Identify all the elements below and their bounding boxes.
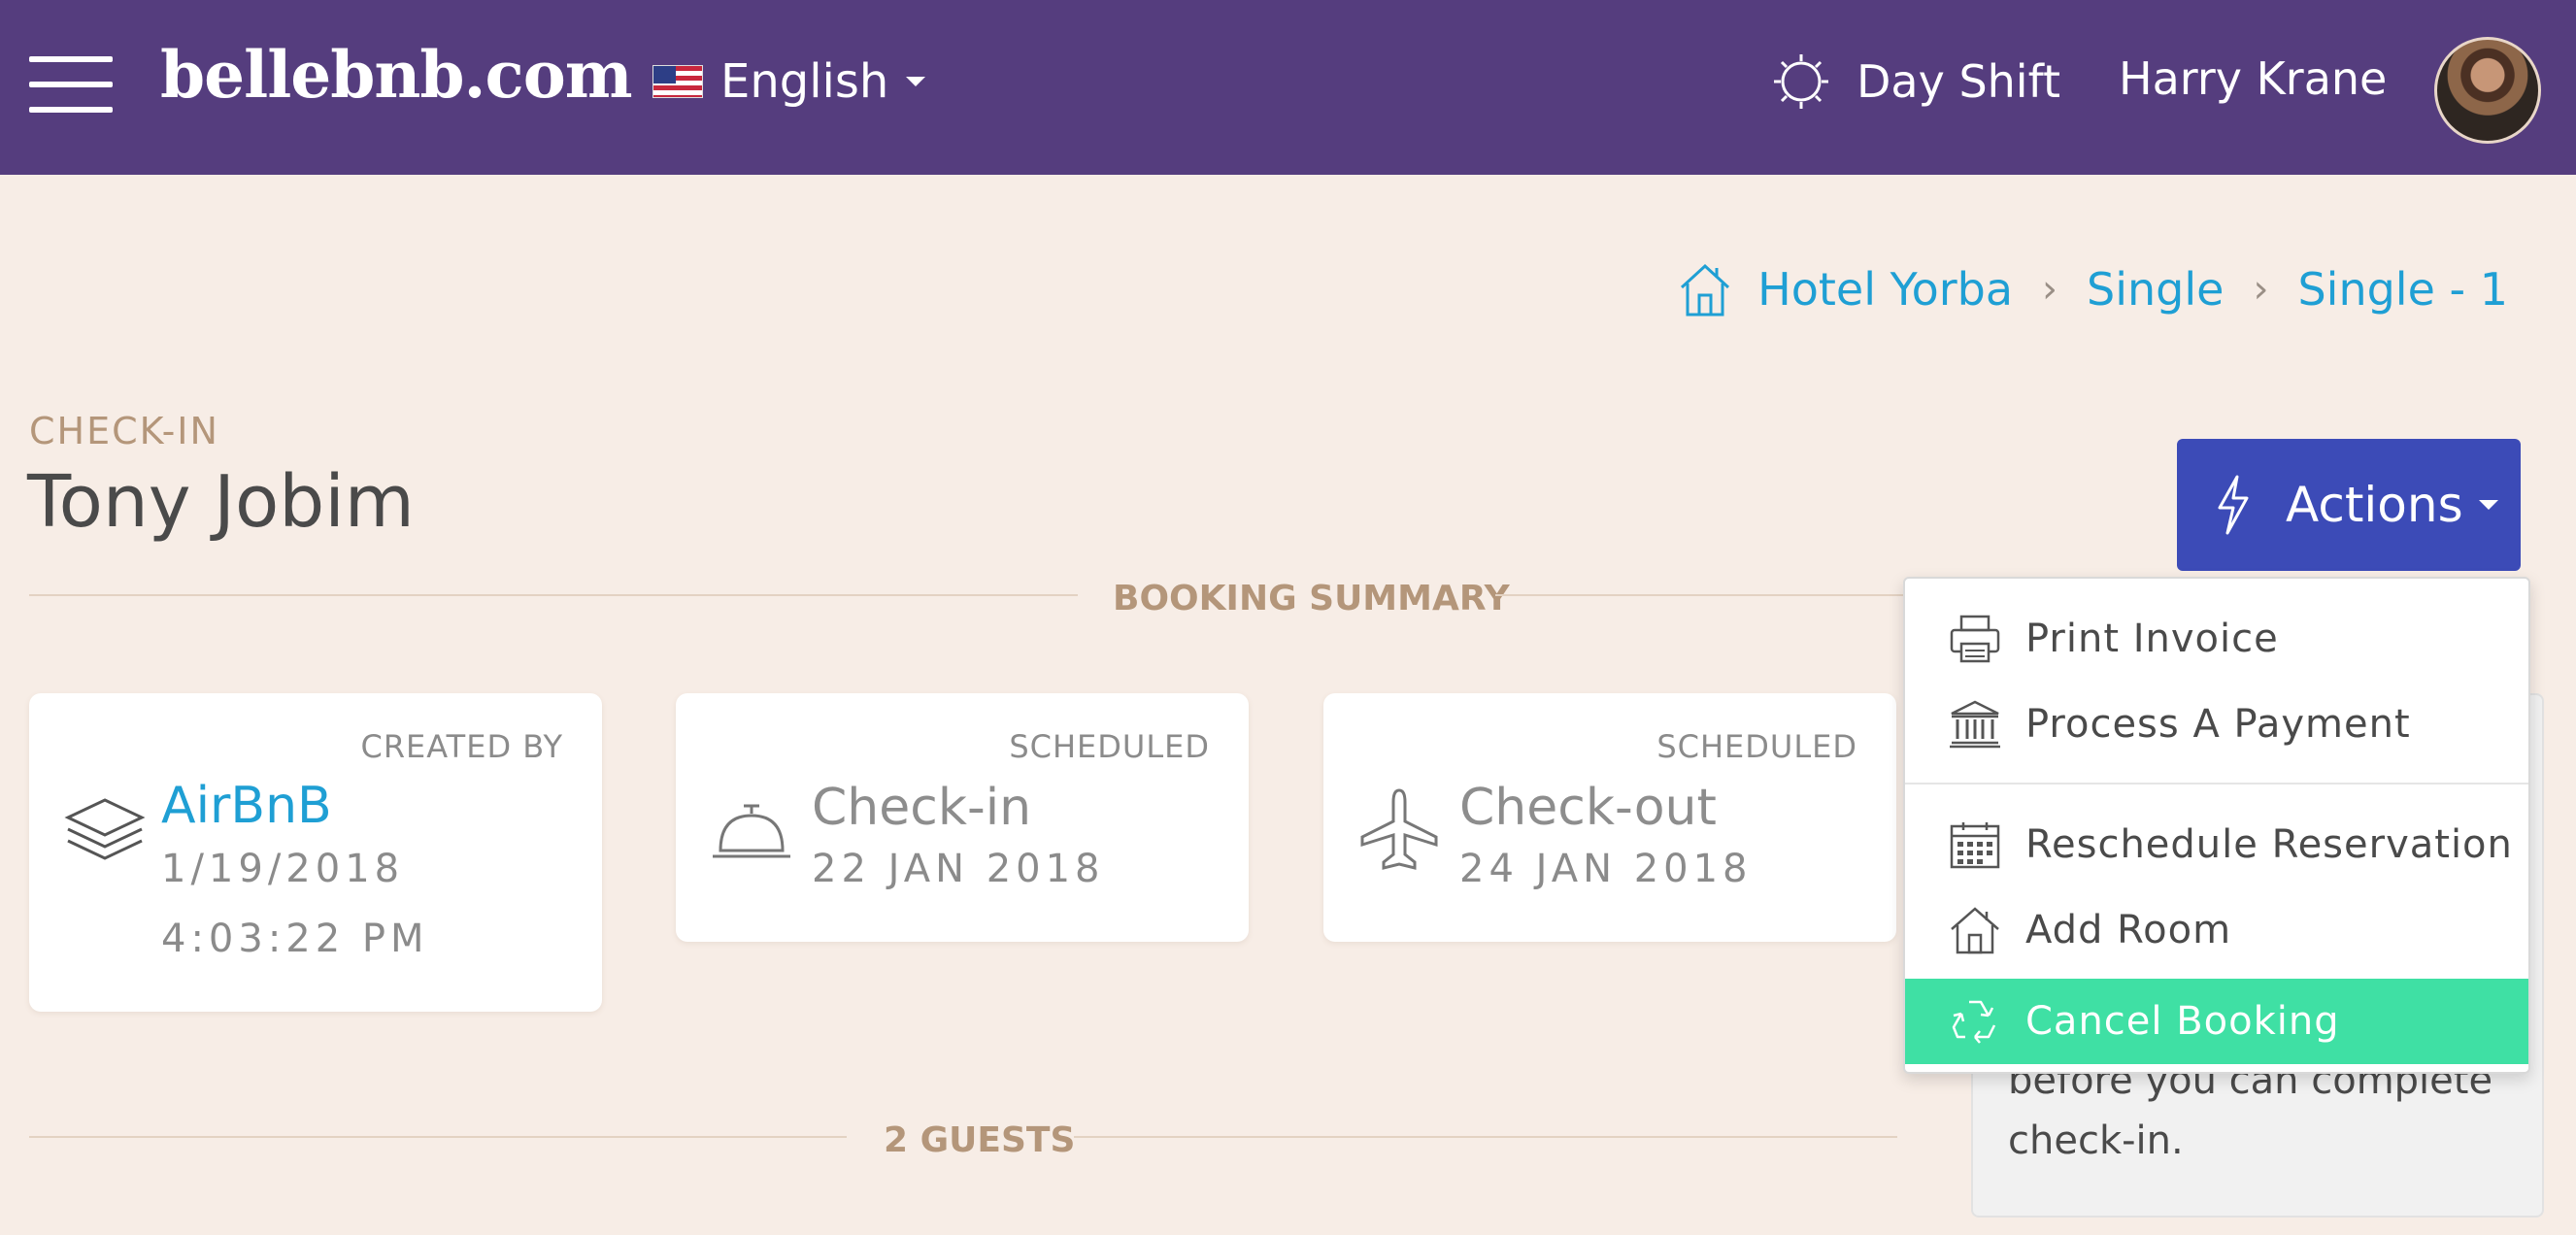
check-in-date: 22 JAN 2018: [812, 847, 1105, 891]
menu-item-print-invoice[interactable]: Print Invoice: [1905, 596, 2528, 682]
avatar[interactable]: [2434, 37, 2541, 144]
guests-heading: 2 GUESTS: [884, 1120, 1076, 1160]
menu-item-label: Print Invoice: [2025, 617, 2279, 661]
user-name[interactable]: Harry Krane: [2119, 52, 2387, 105]
check-out-title: Check-out: [1459, 779, 1717, 837]
created-by-card: CREATED BY AirBnB 1/19/2018 4:03:22 PM: [29, 693, 602, 1012]
breadcrumb-room-type[interactable]: Single: [2087, 263, 2224, 316]
actions-button[interactable]: Actions: [2177, 439, 2521, 571]
printer-icon: [1950, 615, 2000, 663]
home-icon[interactable]: [1676, 260, 1734, 318]
chevron-down-icon: [2478, 500, 2498, 510]
actions-label: Actions: [2286, 477, 2463, 533]
created-by-source[interactable]: AirBnB: [161, 777, 332, 835]
breadcrumb-separator: ›: [2253, 267, 2269, 312]
divider: [29, 594, 1078, 596]
breadcrumb-room[interactable]: Single - 1: [2297, 263, 2508, 316]
menu-item-add-room[interactable]: Add Room: [1905, 887, 2528, 973]
divider: [29, 1136, 847, 1138]
chevron-down-icon: [906, 77, 926, 86]
layers-icon: [64, 798, 146, 860]
breadcrumb-hotel[interactable]: Hotel Yorba: [1757, 263, 2013, 316]
created-time: 4:03:22 PM: [161, 917, 429, 961]
airplane-icon: [1360, 788, 1438, 870]
menu-item-label: Process A Payment: [2025, 702, 2411, 747]
bank-icon: [1950, 700, 2000, 749]
house-icon: [1951, 907, 1999, 954]
divider: [1495, 594, 1903, 596]
calendar-icon: [1950, 822, 2000, 869]
menu-item-label: Reschedule Reservation: [2025, 822, 2513, 867]
check-in-title: Check-in: [812, 779, 1032, 837]
page-title: Tony Jobim: [27, 460, 415, 544]
shift-label: Day Shift: [1857, 55, 2061, 108]
menu-item-cancel-booking[interactable]: Cancel Booking: [1905, 979, 2528, 1064]
booking-summary-heading: BOOKING SUMMARY: [1113, 579, 1510, 618]
language-label: English: [720, 54, 889, 109]
check-out-date: 24 JAN 2018: [1459, 847, 1753, 891]
page-eyebrow: CHECK-IN: [29, 410, 219, 452]
bell-icon: [713, 804, 790, 858]
breadcrumb-separator: ›: [2042, 267, 2058, 312]
card-label: CREATED BY: [360, 728, 563, 765]
menu-icon[interactable]: [29, 56, 113, 113]
site-logo[interactable]: bellebnb.com: [160, 37, 633, 113]
language-selector[interactable]: English: [652, 50, 926, 113]
divider: [1074, 1136, 1897, 1138]
card-label: SCHEDULED: [1009, 728, 1210, 765]
actions-dropdown-menu: Print Invoice Process A Payment Reschedu…: [1903, 577, 2530, 1074]
us-flag-icon: [652, 65, 703, 98]
menu-item-process-payment[interactable]: Process A Payment: [1905, 682, 2528, 767]
menu-divider: [1905, 783, 2528, 784]
shift-indicator[interactable]: Day Shift: [1773, 49, 2060, 115]
menu-item-label: Add Room: [2025, 908, 2232, 952]
lightning-icon: [2218, 475, 2249, 535]
menu-item-label: Cancel Booking: [2025, 999, 2340, 1044]
top-navigation-bar: bellebnb.com English Day Shift Harry Kra…: [0, 0, 2576, 175]
check-out-card: SCHEDULED Check-out 24 JAN 2018: [1323, 693, 1896, 942]
sun-icon: [1774, 54, 1828, 109]
menu-item-reschedule[interactable]: Reschedule Reservation: [1905, 802, 2528, 887]
check-in-card: SCHEDULED Check-in 22 JAN 2018: [676, 693, 1249, 942]
card-label: SCHEDULED: [1656, 728, 1857, 765]
recycle-icon: [1952, 1000, 1996, 1044]
breadcrumb: Hotel Yorba › Single › Single - 1: [1676, 260, 2508, 318]
created-date: 1/19/2018: [161, 847, 405, 891]
